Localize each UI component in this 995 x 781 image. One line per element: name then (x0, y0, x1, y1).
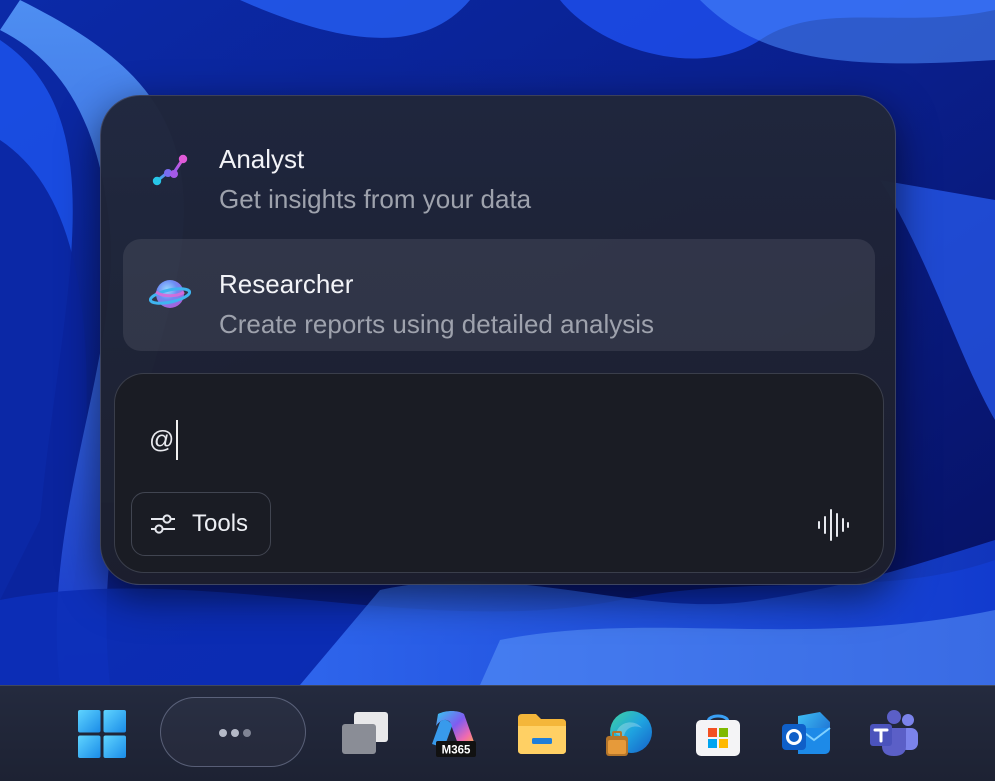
edge-icon[interactable] (604, 708, 656, 760)
dot-icon (243, 729, 251, 737)
researcher-icon (149, 280, 191, 308)
agent-title: Analyst (219, 144, 305, 174)
outlook-icon[interactable] (780, 708, 832, 760)
dot-icon (219, 729, 227, 737)
microsoft-store-icon[interactable] (692, 708, 744, 760)
voice-waveform-icon[interactable] (815, 508, 851, 542)
agent-title: Researcher (219, 269, 354, 299)
agent-description: Get insights from your data (219, 184, 532, 214)
agent-option-analyst[interactable]: Analyst Get insights from your data (123, 114, 875, 226)
copilot-agent-popup: Analyst Get insights from your data Rese… (100, 95, 896, 585)
prompt-input-value: @ (149, 425, 175, 454)
task-pill[interactable] (160, 697, 306, 767)
composer: @ Tools (114, 373, 884, 573)
prompt-input[interactable]: @ (149, 418, 179, 462)
tools-button[interactable]: Tools (131, 492, 271, 556)
text-caret (176, 420, 179, 460)
tools-label: Tools (192, 510, 249, 537)
task-view-icon[interactable] (340, 708, 392, 760)
file-explorer-icon[interactable] (516, 708, 568, 760)
agent-description: Create reports using detailed analysis (219, 309, 655, 339)
sliders-icon (151, 514, 175, 534)
teams-icon[interactable] (868, 708, 920, 760)
analyst-icon (152, 154, 188, 186)
microsoft-365-copilot-icon[interactable]: M365 (428, 708, 480, 760)
start-icon[interactable] (76, 708, 128, 760)
m365-badge-label: M365 (442, 745, 471, 757)
agent-option-researcher[interactable]: Researcher Create reports using detailed… (123, 239, 875, 351)
taskbar: M365 (0, 685, 995, 781)
dot-icon (231, 729, 239, 737)
